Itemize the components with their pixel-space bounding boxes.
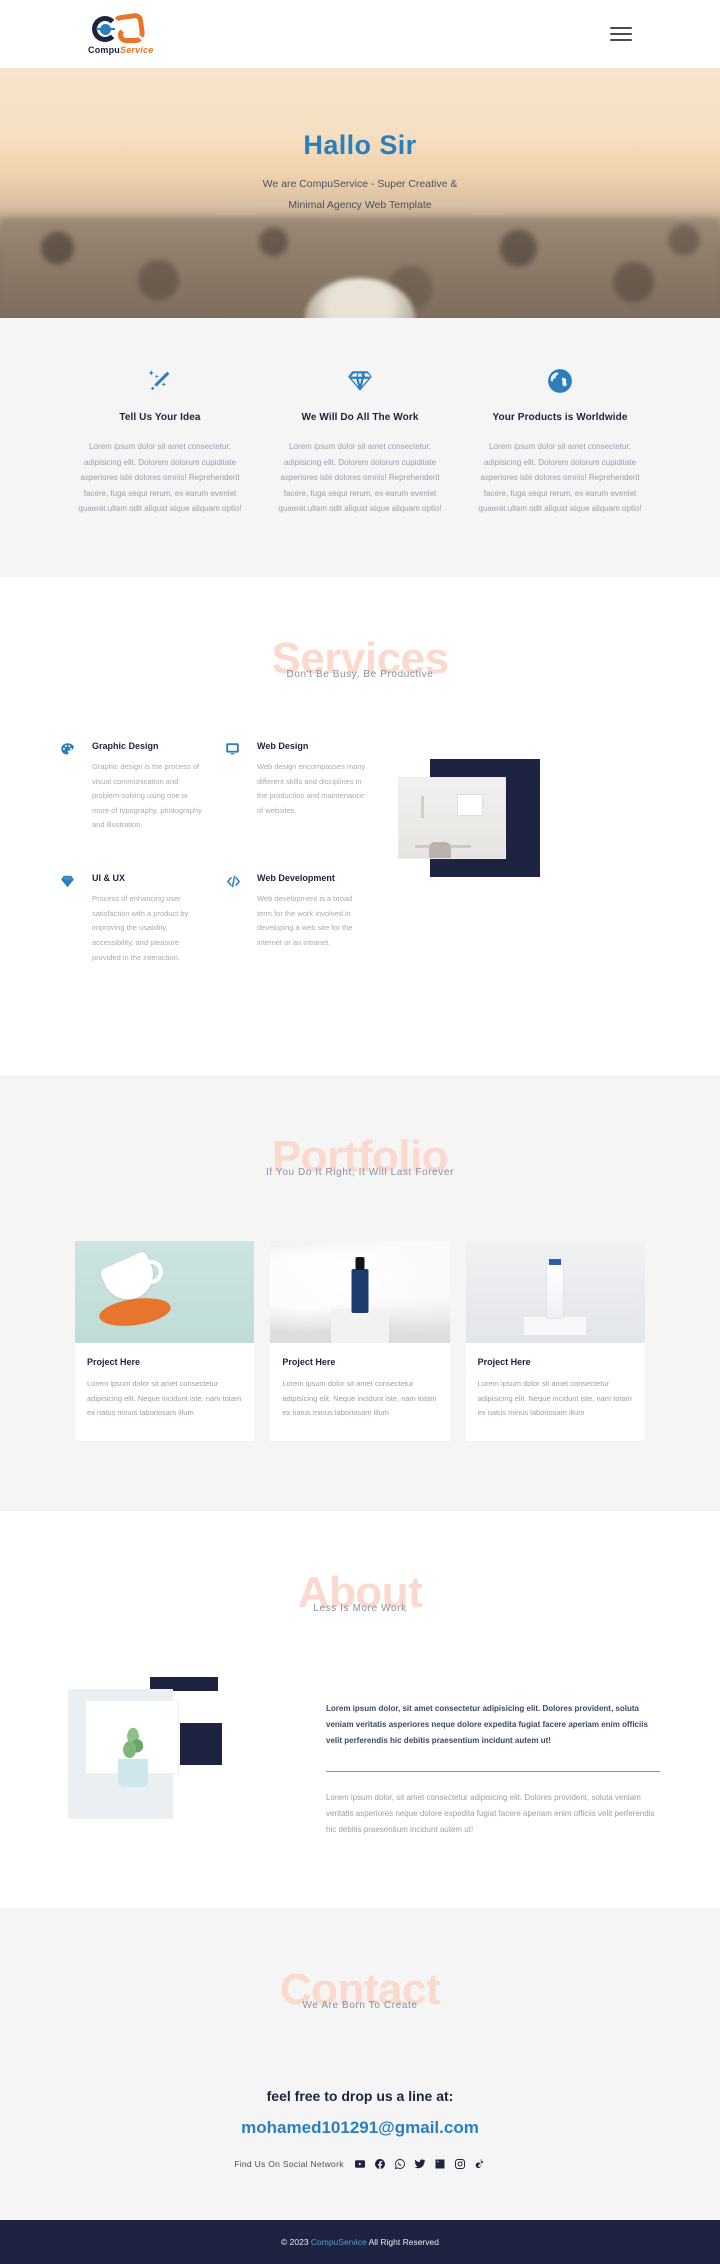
whatsapp-icon[interactable] — [394, 2158, 406, 2170]
about-illustration — [60, 1677, 290, 1827]
about-lead-text: Lorem ipsum dolor, sit amet consectetur … — [326, 1704, 648, 1746]
feature-title: Your Products is Worldwide — [492, 412, 628, 423]
portfolio-card-title: Project Here — [477, 1357, 531, 1368]
footer-copyright-prefix: © 2023 — [281, 2237, 311, 2248]
service-text: Graphic design is the process of visual … — [92, 761, 202, 830]
service-item-graphic-design[interactable]: Graphic Design Graphic design is the pro… — [60, 741, 225, 833]
portfolio-card-text: Lorem ipsum dolor sit amet consectetur a… — [282, 1379, 437, 1418]
hero-subtitle: We are CompuService - Super Creative & M… — [262, 178, 458, 211]
hero-section: Hallo Sir We are CompuService - Super Cr… — [0, 68, 720, 318]
portfolio-card[interactable]: Project Here Lorem ipsum dolor sit amet … — [75, 1241, 255, 1442]
service-title: UI & UX — [92, 873, 126, 884]
about-divider — [326, 1771, 660, 1773]
twitter-icon[interactable] — [414, 2158, 426, 2170]
navbar: CompuService — [0, 0, 720, 68]
service-item-ui-ux[interactable]: UI & UX Process of enhancing user satisf… — [60, 873, 225, 965]
portfolio-thumbnail — [270, 1241, 450, 1344]
feature-text: Lorem ipsum dolor sit amet consectetur, … — [478, 442, 642, 514]
landing-page: CompuService Hallo Sir We are CompuServi… — [0, 0, 720, 2264]
service-title: Graphic Design — [92, 740, 159, 751]
service-item-web-development[interactable]: Web Development Web development is a bro… — [225, 873, 390, 965]
feature-text: Lorem ipsum dolor sit amet consectetur, … — [278, 442, 442, 514]
about-heading-block: About Less Is More Work — [0, 1571, 720, 1635]
features-section: Tell Us Your Idea Lorem ipsum dolor sit … — [0, 318, 720, 577]
service-title: Web Design — [257, 740, 309, 751]
portfolio-thumbnail — [75, 1241, 255, 1344]
contact-cta: feel free to drop us a line at: — [266, 2088, 454, 2105]
site-logo[interactable]: CompuService — [88, 11, 160, 55]
monitor-icon — [225, 741, 247, 833]
gem-icon — [60, 873, 82, 965]
globe-icon — [476, 366, 644, 396]
portfolio-card[interactable]: Project Here Lorem ipsum dolor sit amet … — [270, 1241, 450, 1442]
services-section: Services Don't Be Busy, Be Productive Gr… — [0, 576, 720, 1076]
youtube-icon[interactable] — [354, 2158, 366, 2170]
portfolio-thumbnail — [465, 1241, 645, 1344]
feature-title: We Will Do All The Work — [301, 412, 419, 423]
magic-wand-icon — [76, 366, 244, 396]
social-links: Find Us On Social Network — [0, 2158, 720, 2170]
service-title: Web Development — [257, 873, 335, 884]
feature-card: We Will Do All The Work Lorem ipsum dolo… — [260, 366, 460, 517]
services-illustration — [398, 758, 540, 884]
code-icon — [225, 873, 247, 965]
palette-icon — [60, 741, 82, 833]
social-label: Find Us On Social Network — [234, 2159, 344, 2170]
logo-text-secondary: Service — [120, 44, 154, 55]
footer-copyright: © 2023 CompuService All Right Reserved — [281, 2237, 439, 2247]
contact-subheading: We Are Born To Create — [302, 2000, 418, 2012]
portfolio-card-text: Lorem ipsum dolor sit amet consectetur a… — [477, 1379, 632, 1418]
tiktok-icon[interactable] — [474, 2158, 486, 2170]
portfolio-heading-block: Portfolio If You Do It Right, It Will La… — [0, 1135, 720, 1199]
feature-text: Lorem ipsum dolor sit amet consectetur, … — [78, 442, 242, 514]
services-subheading: Don't Be Busy, Be Productive — [286, 668, 434, 680]
service-item-web-design[interactable]: Web Design Web design encompasses many d… — [225, 741, 390, 833]
footer: © 2023 CompuService All Right Reserved — [0, 2220, 720, 2264]
service-text: Web design encompasses many different sk… — [257, 761, 366, 815]
diamond-icon — [276, 366, 444, 396]
about-section: About Less Is More Work Lorem ipsum dolo… — [0, 1511, 720, 1909]
logo-wordmark: CompuService — [88, 45, 153, 55]
footer-brand-link[interactable]: CompuService — [311, 2237, 367, 2247]
contact-heading-block: Contact We Are Born To Create — [0, 1968, 720, 2032]
portfolio-subheading: If You Do It Right, It Will Last Forever — [266, 1167, 454, 1179]
linkedin-icon[interactable] — [434, 2158, 446, 2170]
portfolio-section: Portfolio If You Do It Right, It Will La… — [0, 1075, 720, 1512]
portfolio-card[interactable]: Project Here Lorem ipsum dolor sit amet … — [465, 1241, 645, 1442]
services-heading-block: Services Don't Be Busy, Be Productive — [0, 636, 720, 701]
hamburger-menu-icon[interactable] — [610, 27, 632, 41]
about-body-text: Lorem ipsum dolor, sit amet consectetur … — [326, 1793, 655, 1835]
feature-card: Tell Us Your Idea Lorem ipsum dolor sit … — [60, 366, 260, 517]
service-text: Web development is a broad term for the … — [257, 894, 353, 947]
contact-section: Contact We Are Born To Create feel free … — [0, 1908, 720, 2221]
portfolio-card-text: Lorem ipsum dolor sit amet consectetur a… — [87, 1379, 242, 1418]
feature-card: Your Products is Worldwide Lorem ipsum d… — [460, 366, 660, 517]
feature-title: Tell Us Your Idea — [119, 412, 201, 423]
instagram-icon[interactable] — [454, 2158, 466, 2170]
logo-mark-icon — [88, 11, 160, 44]
hero-title: Hallo Sir — [303, 130, 417, 160]
footer-copyright-suffix: All Right Reserved — [366, 2237, 439, 2248]
contact-email-link[interactable]: mohamed101291@gmail.com — [0, 2118, 720, 2138]
portfolio-card-title: Project Here — [282, 1357, 336, 1368]
service-text: Process of enhancing user satisfaction w… — [92, 894, 189, 962]
about-subheading: Less Is More Work — [313, 1603, 407, 1615]
portfolio-card-title: Project Here — [87, 1357, 141, 1368]
facebook-icon[interactable] — [374, 2158, 386, 2170]
logo-text-primary: Compu — [88, 44, 120, 55]
